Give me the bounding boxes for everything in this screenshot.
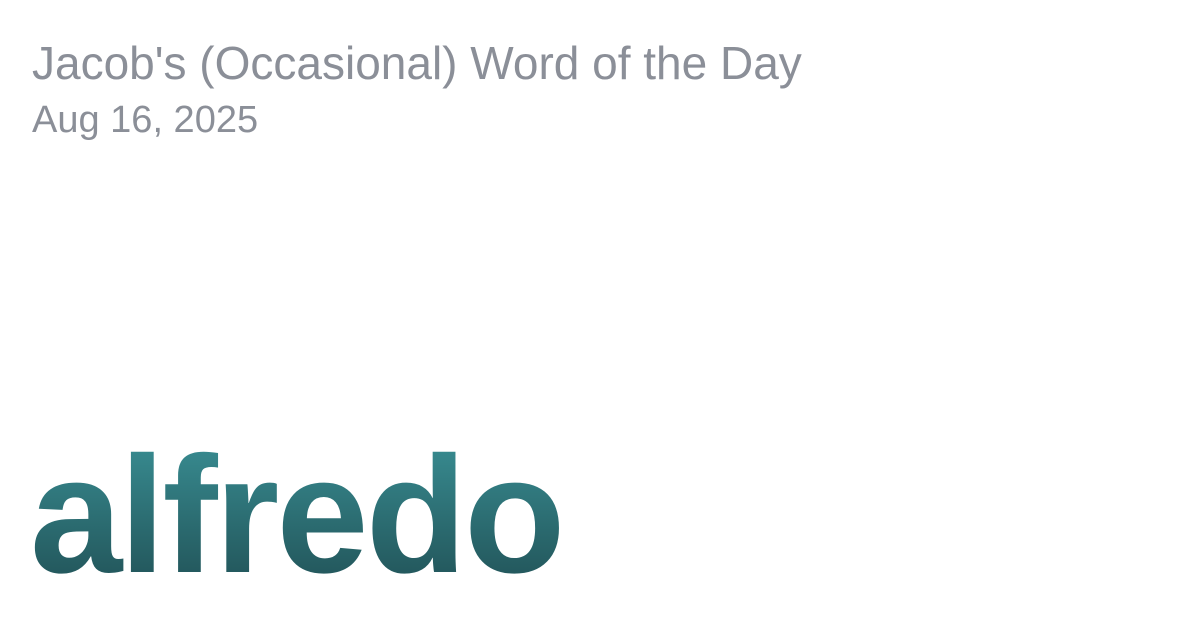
post-date: Aug 16, 2025 (32, 99, 259, 141)
featured-word: alfredo (30, 423, 565, 608)
word-of-the-day-card: Jacob's (Occasional) Word of the Day Aug… (0, 0, 1200, 630)
header: Jacob's (Occasional) Word of the Day Aug… (32, 36, 802, 142)
site-title: Jacob's (Occasional) Word of the Day (32, 37, 802, 89)
